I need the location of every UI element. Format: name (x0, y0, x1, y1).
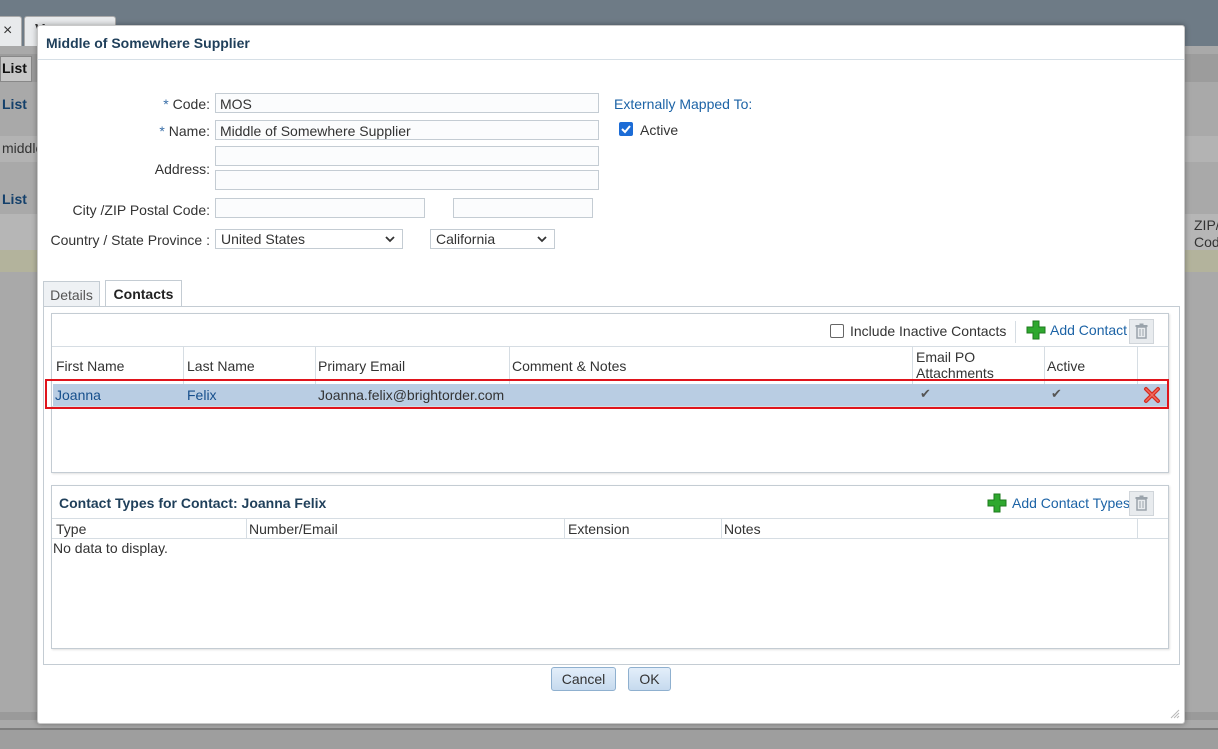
col-divider (246, 518, 247, 538)
name-input[interactable]: Middle of Somewhere Supplier (215, 120, 599, 140)
bg-tab-closed[interactable]: × (0, 16, 22, 47)
trash-icon (1135, 495, 1148, 511)
col-divider (1137, 518, 1138, 538)
bg-section-label: List (2, 96, 27, 112)
code-input[interactable]: MOS (215, 93, 599, 113)
check-icon (621, 125, 631, 134)
col-extension[interactable]: Extension (568, 521, 629, 537)
dialog-title: Middle of Somewhere Supplier (46, 35, 250, 51)
col-comment-notes[interactable]: Comment & Notes (512, 358, 626, 374)
supplier-dialog: Middle of Somewhere Supplier * Code: MOS… (37, 25, 1185, 724)
col-notes[interactable]: Notes (724, 521, 761, 537)
col-active[interactable]: Active (1047, 358, 1085, 374)
city-zip-label: City /ZIP Postal Code: (72, 202, 210, 218)
col-last-name[interactable]: Last Name (187, 358, 255, 374)
required-marker: * (163, 96, 169, 112)
col-first-name[interactable]: First Name (56, 358, 124, 374)
col-number-email[interactable]: Number/Email (249, 521, 338, 537)
close-icon[interactable]: × (3, 22, 12, 40)
types-header-bottom (52, 538, 1168, 539)
country-state-label: Country / State Province : (50, 232, 210, 248)
chevron-down-icon (385, 236, 395, 243)
externally-mapped-label: Externally Mapped To: (614, 96, 753, 112)
required-marker: * (159, 123, 165, 139)
dialog-title-bar[interactable]: Middle of Somewhere Supplier (38, 26, 1184, 60)
col-email-po-attachments[interactable]: Email PO Attachments (916, 349, 1006, 381)
code-label: * Code: (138, 96, 210, 112)
city-input[interactable] (215, 198, 425, 218)
tab-contacts[interactable]: Contacts (105, 280, 182, 307)
chevron-down-icon (537, 236, 547, 243)
tab-details[interactable]: Details (43, 281, 100, 307)
address-line2-input[interactable] (215, 170, 599, 190)
plus-icon[interactable] (1026, 320, 1046, 340)
code-label-text: Code: (172, 96, 210, 112)
col-type[interactable]: Type (56, 521, 86, 537)
bg-section-label-2: List (2, 191, 27, 207)
toolbar-divider (1015, 321, 1016, 343)
include-inactive-label: Include Inactive Contacts (850, 323, 1007, 339)
col-divider (564, 518, 565, 538)
state-value: California (436, 231, 496, 247)
empty-message: No data to display. (53, 540, 168, 556)
grid-header-top (52, 346, 1168, 347)
cancel-button[interactable]: Cancel (551, 667, 616, 691)
trash-icon (1135, 323, 1148, 339)
ok-button[interactable]: OK (628, 667, 671, 691)
state-select[interactable]: California (430, 229, 555, 249)
active-checkbox[interactable] (619, 122, 633, 136)
bg-list-tab[interactable]: List (0, 56, 32, 82)
delete-contact-type-button[interactable] (1129, 491, 1154, 516)
address-label: Address: (154, 161, 210, 177)
resize-grip-icon[interactable] (1168, 707, 1180, 719)
plus-icon[interactable] (987, 493, 1007, 513)
delete-contact-button[interactable] (1129, 319, 1154, 344)
bg-col-zip: ZIP/ (1194, 217, 1218, 233)
types-header-top (52, 518, 1168, 519)
bg-footer (0, 728, 1218, 749)
row-highlight-box (45, 379, 1169, 409)
name-label-text: Name: (168, 123, 210, 139)
include-inactive-checkbox[interactable] (830, 324, 844, 338)
add-contact-link[interactable]: Add Contact (1050, 322, 1127, 338)
bg-list-tab-label: List (2, 60, 27, 76)
country-value: United States (221, 231, 306, 247)
name-label: * Name: (138, 123, 210, 139)
contact-types-title: Contact Types for Contact: Joanna Felix (59, 495, 327, 511)
address-line1-input[interactable] (215, 146, 599, 166)
add-contact-types-link[interactable]: Add Contact Types (1012, 495, 1130, 511)
contacts-panel: Include Inactive Contacts Add Contact Fi… (43, 306, 1180, 665)
country-select[interactable]: United States (215, 229, 403, 249)
contact-types-grid: Contact Types for Contact: Joanna Felix … (51, 485, 1169, 649)
col-primary-email[interactable]: Primary Email (318, 358, 405, 374)
zip-input[interactable] (453, 198, 593, 218)
bg-col-zip-2: Cod (1194, 234, 1218, 250)
active-label: Active (640, 122, 679, 138)
col-divider (721, 518, 722, 538)
